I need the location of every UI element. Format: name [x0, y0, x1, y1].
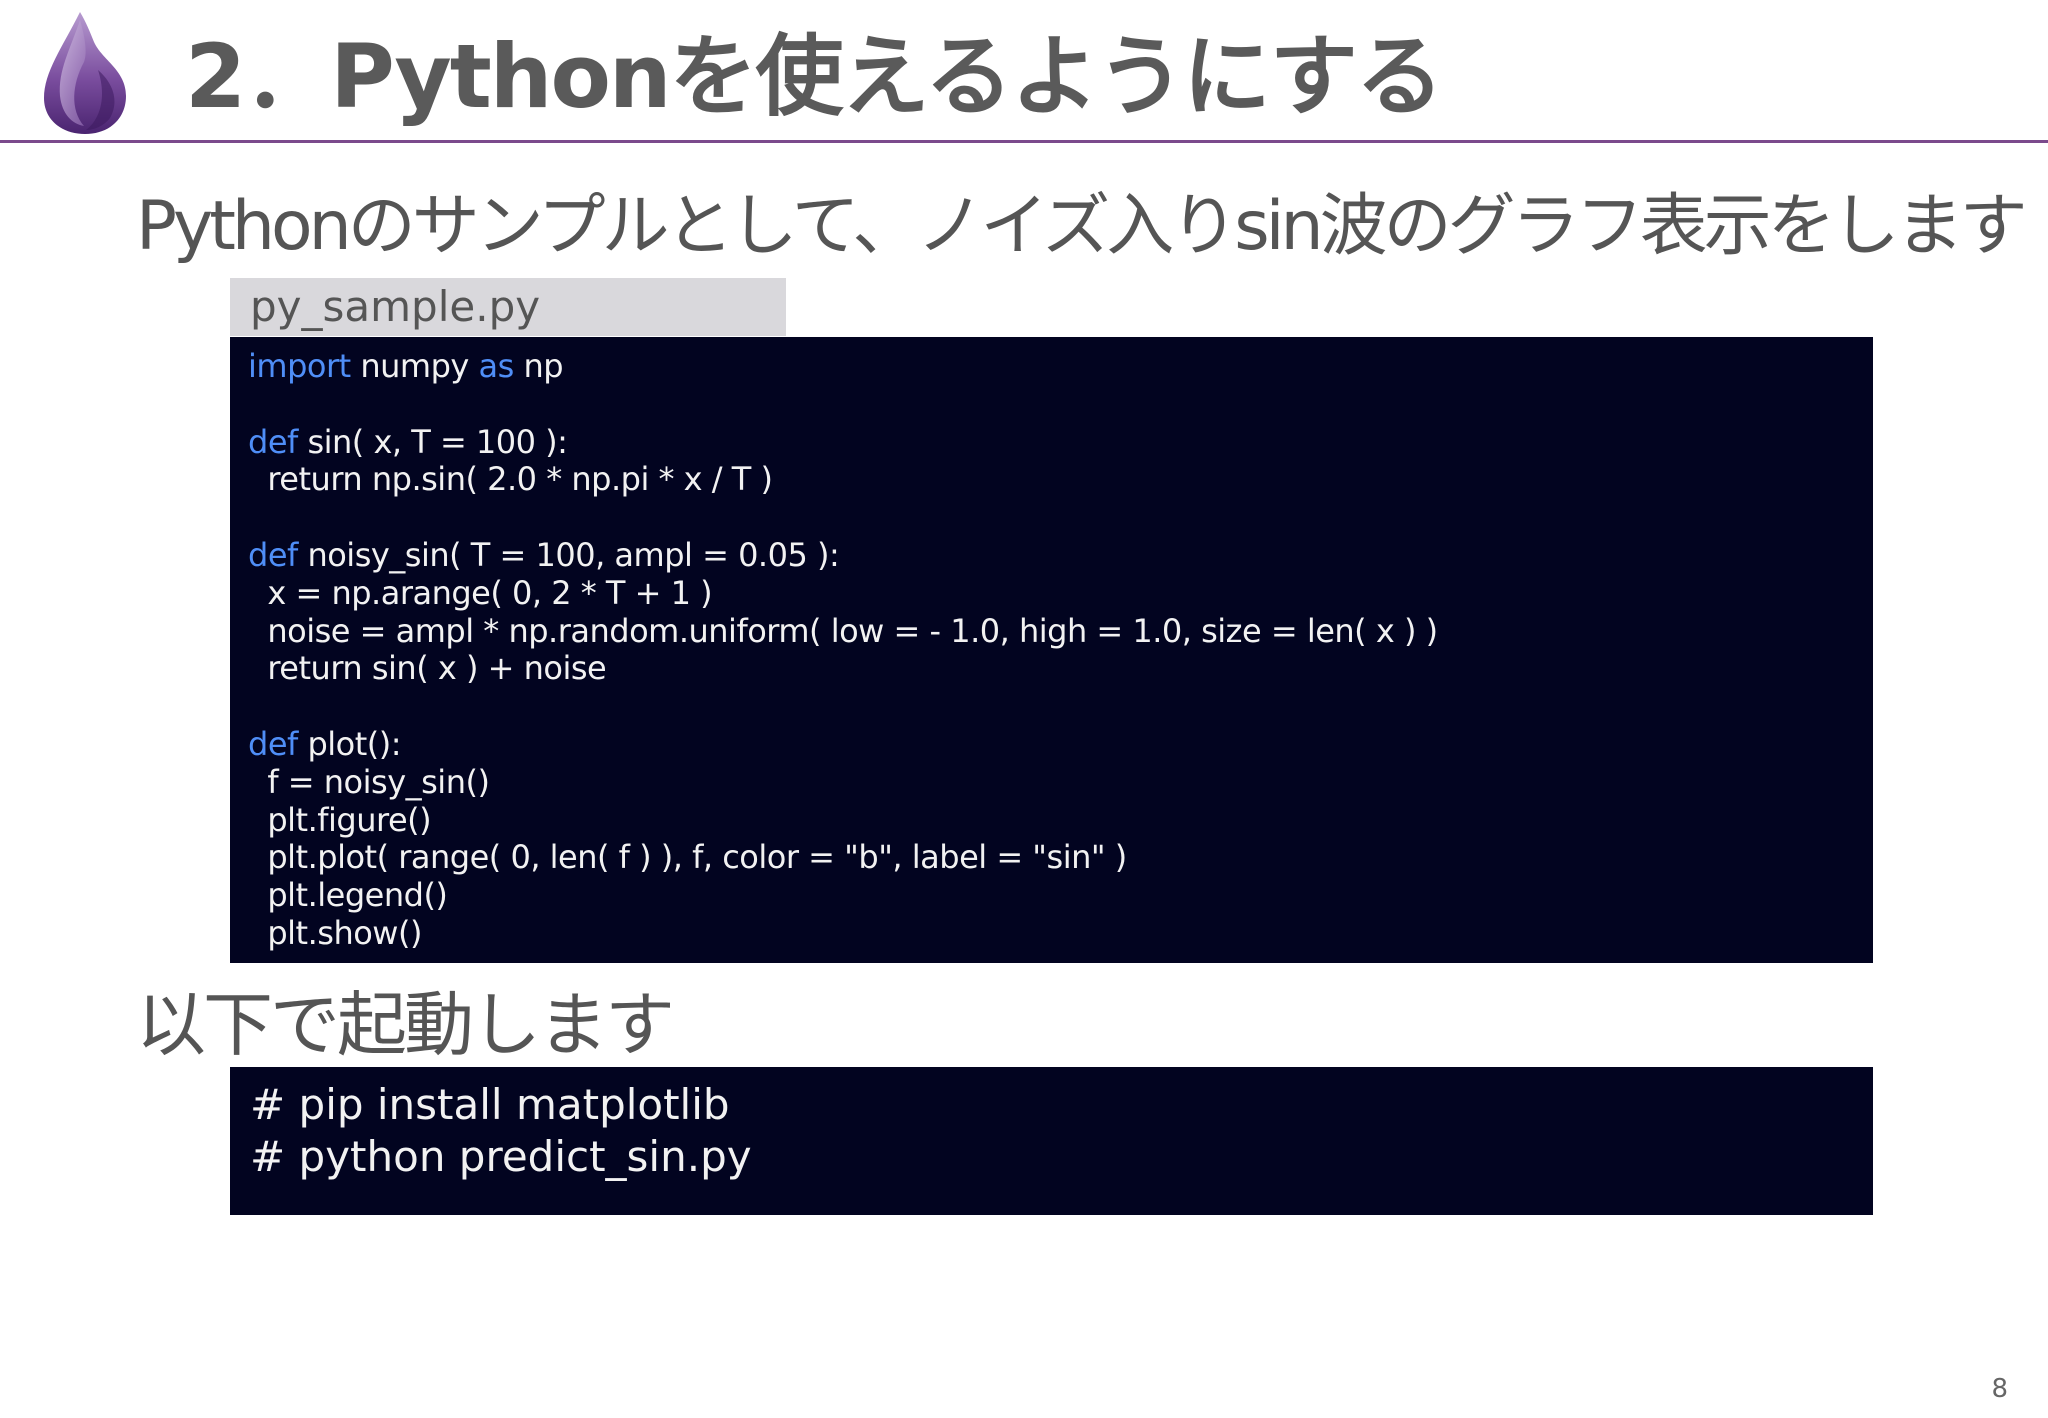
code-text: return sin( x ) + noise [248, 649, 607, 688]
code-line: import numpy as np [248, 347, 1873, 386]
code-text: noise = ampl * np.random.uniform( low = … [248, 611, 1438, 650]
title-divider [0, 140, 2048, 143]
code-text: x = np.arange( 0, 2 * T + 1 ) [248, 573, 713, 612]
code-text: return np.sin( 2.0 * np.pi * x / T ) [248, 460, 773, 499]
code-text: f = noisy_sin() [248, 762, 490, 801]
code-text: np [513, 347, 564, 385]
code-line: def noisy_sin( T = 100, ampl = 0.05 ): [248, 535, 1873, 575]
code-text: plt.legend() [248, 876, 448, 915]
section-subtitle: Pythonのサンプルとして、ノイズ入りsin波のグラフ表示をします [136, 187, 2028, 266]
code-block: import numpy as np def sin( x, T = 100 ):… [230, 337, 1873, 963]
code-line: x = np.arange( 0, 2 * T + 1 ) [248, 573, 1873, 613]
page-number: 8 [1991, 1374, 2008, 1404]
code-line: plt.legend() [248, 876, 1873, 915]
code-line: plt.figure() [248, 800, 1873, 840]
code-line: f = noisy_sin() [248, 762, 1873, 802]
code-line: def plot(): [248, 724, 1873, 764]
elixir-drop-logo-icon [44, 12, 126, 134]
command-line: # pip install matplotlib [250, 1080, 730, 1129]
code-line: plt.plot( range( 0, len( f ) ), f, color… [248, 838, 1873, 877]
launch-heading: 以下で起動します [136, 984, 675, 1066]
code-keyword: def [248, 422, 298, 461]
code-text: plt.show() [248, 913, 422, 952]
code-line: return np.sin( 2.0 * np.pi * x / T ) [248, 460, 1873, 499]
code-line: def sin( x, T = 100 ): [248, 422, 1873, 462]
code-keyword: def [248, 535, 298, 574]
code-line: return sin( x ) + noise [248, 649, 1873, 688]
command-line: # python predict_sin.py [250, 1132, 752, 1181]
code-text: sin( x, T = 100 ): [297, 422, 568, 461]
code-line: noise = ampl * np.random.uniform( low = … [248, 611, 1873, 651]
code-keyword: as [478, 347, 514, 385]
code-text: plt.figure() [248, 800, 432, 839]
command-block: # pip install matplotlib # python predic… [230, 1067, 1873, 1215]
code-keyword: def [248, 724, 298, 763]
code-file-tab: py_sample.py [230, 278, 786, 336]
code-line: plt.show() [248, 913, 1873, 953]
code-text: noisy_sin( T = 100, ampl = 0.05 ): [297, 535, 840, 574]
page-title: 2．Pythonを使えるようにする [185, 25, 1444, 128]
code-text: plt.plot( range( 0, len( f ) ), f, color… [248, 838, 1127, 877]
code-text: plot(): [297, 724, 402, 763]
code-keyword: import [248, 347, 351, 385]
code-text: numpy [350, 347, 479, 385]
